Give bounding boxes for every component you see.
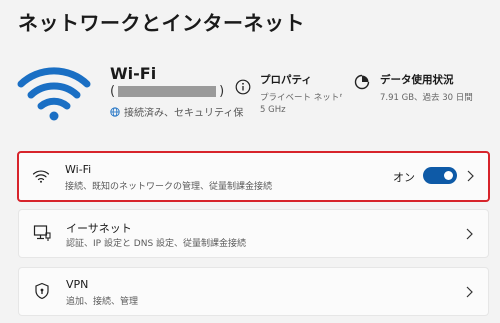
- network-status: 接続済み、セキュリティ保: [110, 104, 243, 119]
- properties-network-type: プライベート ネットワーク: [260, 93, 342, 103]
- data-usage-link[interactable]: データ使用状況: [380, 72, 454, 87]
- wifi-settings-card[interactable]: Wi-Fi 接続、既知のネットワークの管理、従量制課金接続 オン: [17, 151, 490, 202]
- properties-link[interactable]: プロパティ: [260, 72, 312, 87]
- info-icon: [235, 79, 251, 95]
- data-usage-icon: [354, 74, 370, 90]
- page-title: ネットワークとインターネット: [18, 11, 305, 35]
- wifi-icon: [32, 170, 50, 183]
- vpn-shield-icon: [35, 282, 49, 300]
- chevron-right-icon[interactable]: [464, 285, 474, 299]
- network-ssid: (): [110, 84, 225, 99]
- properties-band: 5 GHz: [260, 105, 286, 115]
- network-name: Wi-Fi: [110, 64, 157, 83]
- chevron-right-icon[interactable]: [465, 169, 475, 183]
- ethernet-settings-card[interactable]: イーサネット 認証、IP 設定と DNS 設定、従量制課金接続: [18, 209, 489, 258]
- globe-icon: [110, 107, 120, 117]
- ethernet-card-subtitle: 認証、IP 設定と DNS 設定、従量制課金接続: [66, 239, 247, 249]
- data-usage-summary: 7.91 GB、過去 30 日間: [380, 93, 473, 103]
- toggle-knob: [444, 171, 453, 180]
- vpn-card-title: VPN: [66, 278, 89, 291]
- wifi-large-icon: [17, 67, 91, 121]
- chevron-right-icon[interactable]: [464, 227, 474, 241]
- wifi-card-title: Wi-Fi: [65, 163, 92, 176]
- wifi-toggle[interactable]: [423, 167, 457, 184]
- ethernet-card-title: イーサネット: [66, 222, 132, 235]
- vpn-card-subtitle: 追加、接続、管理: [66, 297, 139, 307]
- wifi-toggle-label: オン: [393, 171, 415, 184]
- ssid-redaction: [118, 86, 217, 97]
- ethernet-icon: [33, 225, 51, 241]
- vpn-settings-card[interactable]: VPN 追加、接続、管理: [18, 267, 489, 316]
- wifi-card-subtitle: 接続、既知のネットワークの管理、従量制課金接続: [65, 182, 273, 192]
